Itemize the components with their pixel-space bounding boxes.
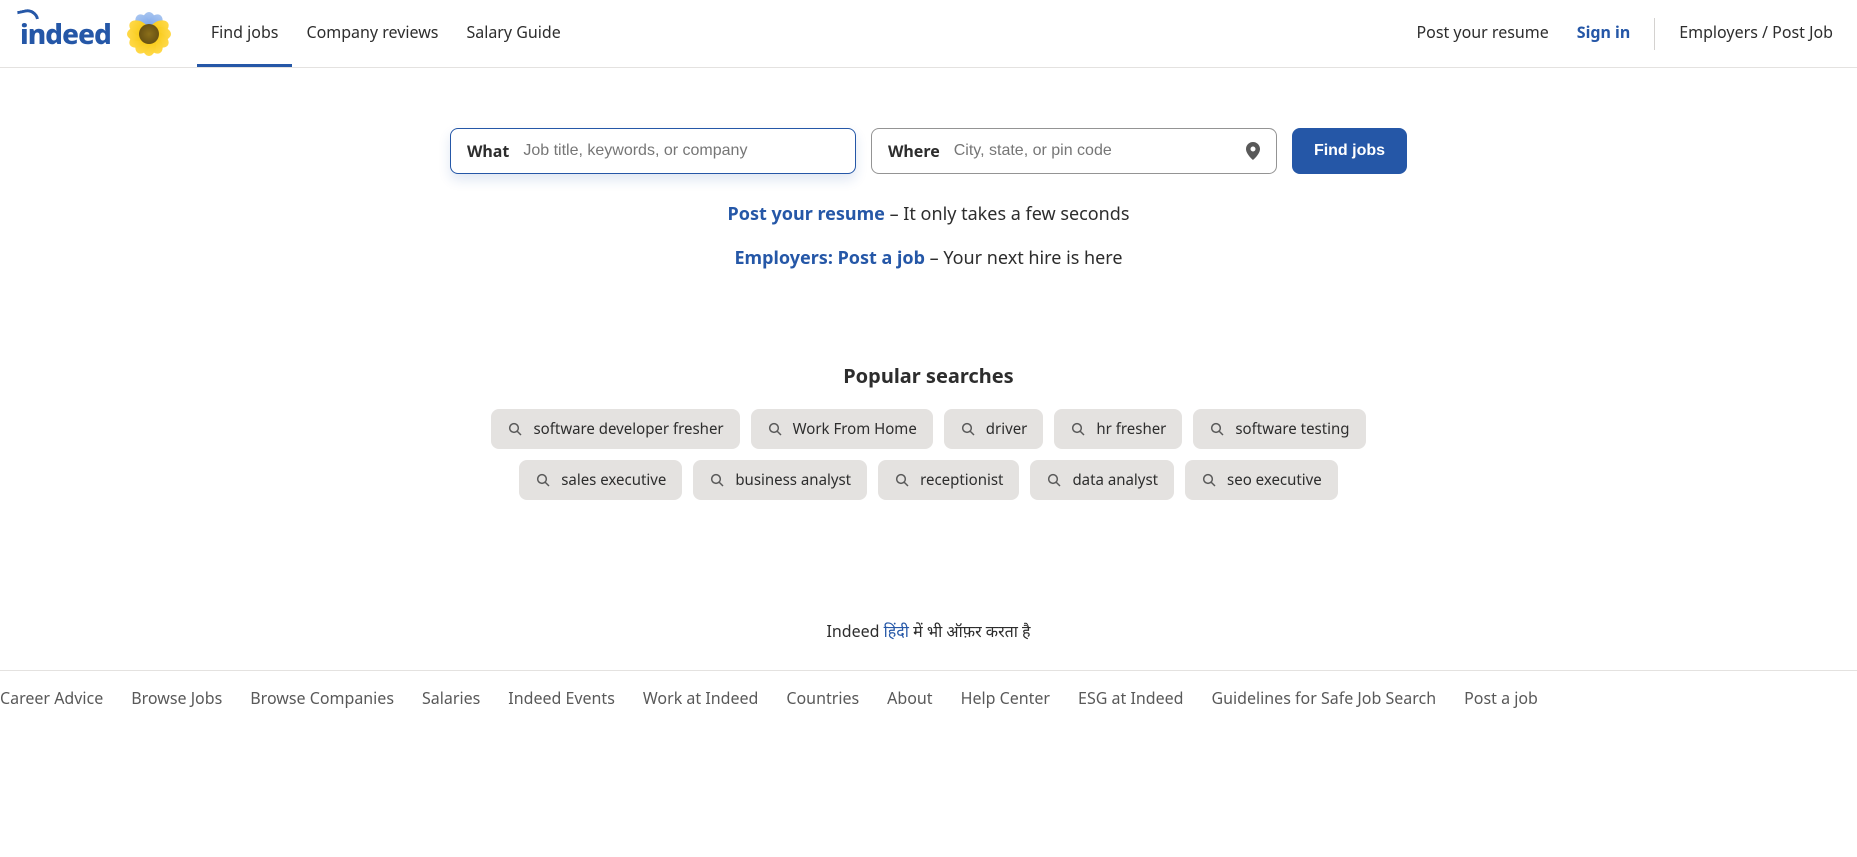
lang-suffix: में भी ऑफ़र करता है <box>909 620 1031 642</box>
search-icon <box>535 472 551 488</box>
nav-find-jobs[interactable]: Find jobs <box>197 0 293 67</box>
popular-chip[interactable]: business analyst <box>693 460 867 500</box>
promo-text: Your next hire is here <box>943 246 1122 270</box>
hindi-link[interactable]: हिंदी <box>884 620 909 642</box>
language-offer: Indeed हिंदी में भी ऑफ़र करता है <box>0 620 1857 642</box>
search-icon <box>1209 421 1225 437</box>
post-resume-link[interactable]: Post your resume <box>728 202 885 226</box>
sunflower-icon <box>125 10 173 58</box>
footer-link-list: Career Advice Browse Jobs Browse Companies… <box>0 687 1857 717</box>
footer-link[interactable]: About <box>887 687 932 709</box>
promo-employers: Employers: Post a job – Your next hire i… <box>0 246 1857 270</box>
popular-chip[interactable]: seo executive <box>1185 460 1338 500</box>
chip-label: business analyst <box>735 470 851 490</box>
chip-label: software developer fresher <box>533 419 723 439</box>
popular-chip[interactable]: hr fresher <box>1054 409 1182 449</box>
footer-link[interactable]: Browse Companies <box>250 687 394 709</box>
lang-prefix: Indeed <box>826 620 883 642</box>
footer-link[interactable]: Indeed Events <box>508 687 615 709</box>
search-icon <box>1201 472 1217 488</box>
nav-employers[interactable]: Employers / Post Job <box>1665 0 1847 67</box>
chip-label: software testing <box>1235 419 1349 439</box>
what-field[interactable]: What <box>450 128 856 174</box>
popular-chip[interactable]: software developer fresher <box>491 409 739 449</box>
search-icon <box>894 472 910 488</box>
popular-title: Popular searches <box>0 362 1857 389</box>
popular-searches: Popular searches software developer fres… <box>0 362 1857 500</box>
chip-label: seo executive <box>1227 470 1322 490</box>
search-icon <box>960 421 976 437</box>
search-section: What Where Find jobs <box>0 68 1857 186</box>
footer-link[interactable]: Guidelines for Safe Job Search <box>1212 687 1437 709</box>
where-field[interactable]: Where <box>871 128 1277 174</box>
footer-link[interactable]: Browse Jobs <box>131 687 222 709</box>
what-input[interactable] <box>523 142 839 160</box>
popular-chip[interactable]: data analyst <box>1030 460 1174 500</box>
where-input[interactable] <box>954 142 1246 160</box>
search-icon <box>1070 421 1086 437</box>
nav-sign-in[interactable]: Sign in <box>1563 0 1644 67</box>
chip-label: sales executive <box>561 470 666 490</box>
promo-sep: – <box>890 202 904 226</box>
footer-link[interactable]: Post a job <box>1464 687 1538 709</box>
popular-chip[interactable]: software testing <box>1193 409 1365 449</box>
promo-text: It only takes a few seconds <box>903 202 1129 226</box>
footer-link[interactable]: Help Center <box>961 687 1050 709</box>
find-jobs-button[interactable]: Find jobs <box>1292 128 1407 174</box>
footer: Career Advice Browse Jobs Browse Companies… <box>0 670 1857 717</box>
footer-link[interactable]: Countries <box>786 687 859 709</box>
promo-post-resume: Post your resume – It only takes a few s… <box>0 202 1857 226</box>
nav-salary-guide[interactable]: Salary Guide <box>452 0 574 67</box>
secondary-nav: Post your resume Sign in Employers / Pos… <box>1402 0 1847 67</box>
nav-divider <box>1654 18 1655 50</box>
nav-company-reviews[interactable]: Company reviews <box>292 0 452 67</box>
indeed-logo[interactable]: indeed <box>20 15 111 53</box>
footer-link[interactable]: Career Advice <box>0 687 103 709</box>
search-icon <box>709 472 725 488</box>
footer-link[interactable]: Salaries <box>422 687 480 709</box>
where-label: Where <box>888 140 940 162</box>
search-icon <box>767 421 783 437</box>
chip-label: receptionist <box>920 470 1003 490</box>
popular-chip-list: software developer fresher Work From Home… <box>479 409 1379 500</box>
popular-chip[interactable]: Work From Home <box>751 409 933 449</box>
primary-nav: Find jobs Company reviews Salary Guide <box>197 0 575 67</box>
popular-chip[interactable]: sales executive <box>519 460 682 500</box>
main-header: indeed Find jobs Company reviews Salary … <box>0 0 1857 68</box>
location-pin-icon <box>1246 142 1260 160</box>
popular-chip[interactable]: receptionist <box>878 460 1019 500</box>
chip-label: driver <box>986 419 1028 439</box>
search-icon <box>507 421 523 437</box>
chip-label: Work From Home <box>793 419 917 439</box>
promo-sep: – <box>930 246 944 270</box>
employers-post-job-link[interactable]: Employers: Post a job <box>734 246 925 270</box>
popular-chip[interactable]: driver <box>944 409 1044 449</box>
nav-post-resume[interactable]: Post your resume <box>1402 0 1562 67</box>
footer-link[interactable]: ESG at Indeed <box>1078 687 1183 709</box>
what-label: What <box>467 140 509 162</box>
search-icon <box>1046 472 1062 488</box>
chip-label: hr fresher <box>1096 419 1166 439</box>
chip-label: data analyst <box>1072 470 1158 490</box>
search-form: What Where Find jobs <box>450 128 1407 174</box>
logo-text: indeed <box>20 15 111 53</box>
logo-group: indeed <box>20 10 173 58</box>
footer-link[interactable]: Work at Indeed <box>643 687 759 709</box>
